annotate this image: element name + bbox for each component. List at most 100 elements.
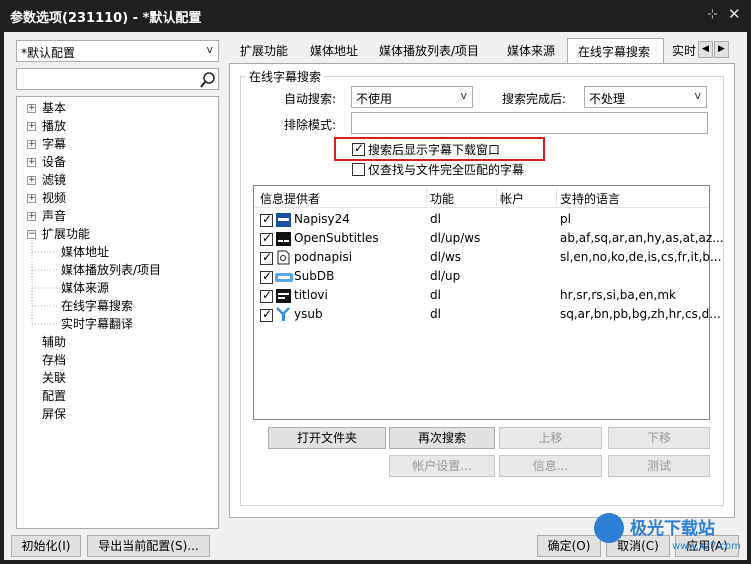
- auto-search-select[interactable]: 不使用 v: [351, 86, 473, 108]
- col-divider: [496, 188, 497, 206]
- exact-match-checkbox[interactable]: [352, 163, 365, 176]
- tab-scroll-left-icon[interactable]: ◀: [698, 41, 713, 58]
- move-down-button[interactable]: 下移: [608, 427, 710, 449]
- title-bar: 参数选项(231110) - *默认配置 ⊹ ✕: [0, 0, 751, 32]
- expand-icon[interactable]: +: [27, 176, 36, 185]
- expand-icon[interactable]: +: [27, 104, 36, 113]
- tree-item-association[interactable]: 关联: [42, 369, 66, 386]
- search-again-button[interactable]: 再次搜索: [389, 427, 495, 449]
- search-icon[interactable]: [199, 71, 217, 89]
- tab-media-address[interactable]: 媒体地址: [310, 42, 358, 59]
- provider-name: podnapisi: [294, 250, 353, 264]
- tree-item-media-source[interactable]: 媒体来源: [61, 279, 109, 296]
- auto-search-label: 自动搜索:: [284, 92, 337, 106]
- init-button[interactable]: 初始化(I): [11, 535, 81, 557]
- export-config-button[interactable]: 导出当前配置(S)...: [87, 535, 210, 557]
- auto-search-value: 不使用: [356, 92, 393, 106]
- napisy-icon: [276, 213, 291, 227]
- chevron-down-icon: v: [694, 89, 701, 102]
- ysub-icon: [276, 307, 290, 321]
- provider-languages: pl: [560, 212, 571, 226]
- provider-checkbox[interactable]: [260, 269, 273, 284]
- col-header-provider[interactable]: 信息提供者: [260, 190, 320, 207]
- tab-realtime[interactable]: 实时: [672, 42, 696, 59]
- tab-scroll-right-icon[interactable]: ▶: [714, 41, 729, 58]
- tree-connector-lines: [31, 237, 59, 325]
- tree-item-playlist[interactable]: 媒体播放列表/项目: [61, 261, 161, 278]
- provider-function: dl: [430, 212, 441, 226]
- exact-match-label[interactable]: 仅查找与文件完全匹配的字幕: [368, 161, 524, 178]
- tree-item-video[interactable]: 视频: [42, 189, 66, 206]
- info-button[interactable]: 信息...: [499, 455, 602, 477]
- tree-item-basic[interactable]: 基本: [42, 99, 66, 116]
- provider-function: dl/ws: [430, 250, 462, 264]
- tree-item-online-subtitle-search[interactable]: 在线字幕搜索: [61, 297, 133, 314]
- search-input[interactable]: [16, 68, 219, 90]
- tree-item-config[interactable]: 配置: [42, 387, 66, 404]
- profile-select-value: *默认配置: [21, 46, 76, 60]
- tab-playlist[interactable]: 媒体播放列表/项目: [379, 42, 479, 59]
- titlovi-icon: [276, 289, 291, 303]
- tree-item-filters[interactable]: 滤镜: [42, 171, 66, 188]
- watermark-text: 极光下载站: [630, 519, 715, 539]
- provider-name: SubDB: [294, 269, 335, 283]
- provider-name: Napisy24: [294, 212, 350, 226]
- exclude-pattern-input[interactable]: [351, 112, 708, 134]
- opensubtitles-icon: [276, 232, 291, 246]
- tab-media-source[interactable]: 媒体来源: [507, 42, 555, 59]
- after-search-select[interactable]: 不处理 v: [584, 86, 707, 108]
- col-header-languages[interactable]: 支持的语言: [560, 190, 620, 207]
- pin-icon[interactable]: ⊹: [707, 7, 718, 22]
- subdb-icon: [275, 273, 293, 282]
- provider-checkbox[interactable]: [260, 231, 273, 246]
- provider-function: dl/up: [430, 269, 461, 283]
- expand-icon[interactable]: +: [27, 212, 36, 221]
- provider-checkbox[interactable]: [260, 250, 273, 265]
- provider-languages: ab,af,sq,ar,an,hy,as,at,az...: [560, 231, 724, 245]
- after-search-value: 不处理: [589, 92, 626, 106]
- provider-languages: hr,sr,rs,si,ba,en,mk: [560, 288, 676, 302]
- tab-extensions[interactable]: 扩展功能: [240, 42, 288, 59]
- provider-checkbox[interactable]: [260, 288, 273, 303]
- provider-function: dl: [430, 307, 441, 321]
- show-download-window-checkbox[interactable]: [352, 141, 365, 156]
- move-up-button[interactable]: 上移: [499, 427, 602, 449]
- tree-item-assist[interactable]: 辅助: [42, 333, 66, 350]
- expand-icon[interactable]: +: [27, 158, 36, 167]
- expand-icon[interactable]: +: [27, 194, 36, 203]
- podnapisi-icon: [277, 250, 290, 265]
- tree-item-media-address[interactable]: 媒体地址: [61, 243, 109, 260]
- tree-item-audio[interactable]: 声音: [42, 207, 66, 224]
- tree-item-archive[interactable]: 存档: [42, 351, 66, 368]
- close-icon[interactable]: ✕: [728, 5, 741, 23]
- group-title: 在线字幕搜索: [246, 68, 325, 85]
- tree-item-playback[interactable]: 播放: [42, 117, 66, 134]
- provider-languages: sl,en,no,ko,de,is,cs,fr,it,b...: [560, 250, 722, 264]
- watermark-logo-icon: [594, 513, 624, 543]
- expand-icon[interactable]: +: [27, 140, 36, 149]
- col-header-function[interactable]: 功能: [430, 190, 454, 207]
- watermark-url: www.xz7.com: [672, 541, 741, 552]
- provider-name: OpenSubtitles: [294, 231, 379, 245]
- provider-function: dl/up/ws: [430, 231, 481, 245]
- tree-item-realtime-subtitle-translate[interactable]: 实时字幕翻译: [61, 315, 133, 332]
- tree-item-subtitles[interactable]: 字幕: [42, 135, 66, 152]
- profile-select[interactable]: *默认配置 v: [16, 40, 219, 62]
- show-download-window-label[interactable]: 搜索后显示字幕下载窗口: [368, 141, 500, 158]
- expand-icon[interactable]: +: [27, 122, 36, 131]
- providers-list[interactable]: 信息提供者 功能 帐户 支持的语言 Napisy24 dl pl OpenSub…: [253, 185, 724, 420]
- provider-checkbox[interactable]: [260, 212, 273, 227]
- col-header-account[interactable]: 帐户: [500, 190, 524, 207]
- account-settings-button[interactable]: 帐户设置...: [389, 455, 495, 477]
- exclude-label: 排除模式:: [284, 118, 337, 132]
- provider-languages: sq,ar,bn,pb,bg,zh,hr,cs,d...: [560, 307, 721, 321]
- open-folder-button[interactable]: 打开文件夹: [268, 427, 386, 449]
- tree-item-screensaver[interactable]: 屏保: [42, 405, 66, 422]
- list-header: [254, 186, 709, 208]
- provider-checkbox[interactable]: [260, 307, 273, 322]
- tree-item-device[interactable]: 设备: [42, 153, 66, 170]
- tab-online-subtitle-search[interactable]: 在线字幕搜索: [567, 38, 664, 64]
- ok-button[interactable]: 确定(O): [537, 535, 601, 557]
- test-button[interactable]: 测试: [608, 455, 710, 477]
- settings-tree: + 基本 + 播放 + 字幕 + 设备 + 滤镜 + 视频 + 声音 − 扩展功…: [16, 96, 219, 529]
